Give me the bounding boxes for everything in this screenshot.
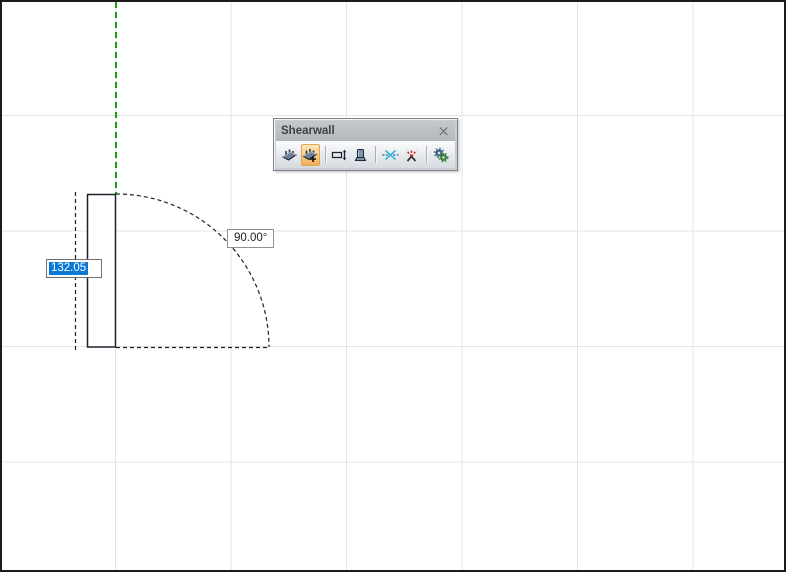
gears-icon — [433, 147, 449, 163]
shearwall-toolbar[interactable]: Shearwall × — [273, 118, 458, 171]
sketch-layer — [74, 2, 270, 352]
shearwall-toolbar-titlebar[interactable]: Shearwall × — [276, 121, 455, 141]
break-node-button[interactable] — [402, 144, 421, 166]
close-icon[interactable]: × — [436, 123, 451, 139]
settings-button[interactable] — [431, 144, 451, 166]
angle-arc — [115, 193, 270, 348]
draw-shearwall-button[interactable] — [280, 144, 299, 166]
shearwall-icon — [281, 149, 298, 161]
pedestal-button[interactable] — [351, 144, 370, 166]
angle-readout-text: 90.00° — [234, 232, 268, 244]
snap-node-button[interactable] — [381, 144, 400, 166]
shearwall-add-icon — [302, 148, 318, 162]
snap-node-icon — [382, 149, 399, 160]
add-shearwall-button[interactable] — [301, 143, 320, 166]
wall-dimension-icon — [332, 149, 347, 160]
drawing-canvas[interactable]: 90.00° 132.05 Shearwall × — [0, 0, 786, 572]
pedestal-icon — [354, 148, 367, 161]
wall-dimension-button[interactable] — [330, 144, 349, 166]
length-input[interactable]: 132.05 — [46, 259, 102, 278]
toolbar-icon-row — [276, 141, 455, 168]
length-input-value[interactable]: 132.05 — [49, 262, 89, 275]
toolbar-title: Shearwall — [281, 125, 335, 137]
break-node-icon — [405, 149, 417, 162]
angle-readout: 90.00° — [227, 229, 275, 248]
